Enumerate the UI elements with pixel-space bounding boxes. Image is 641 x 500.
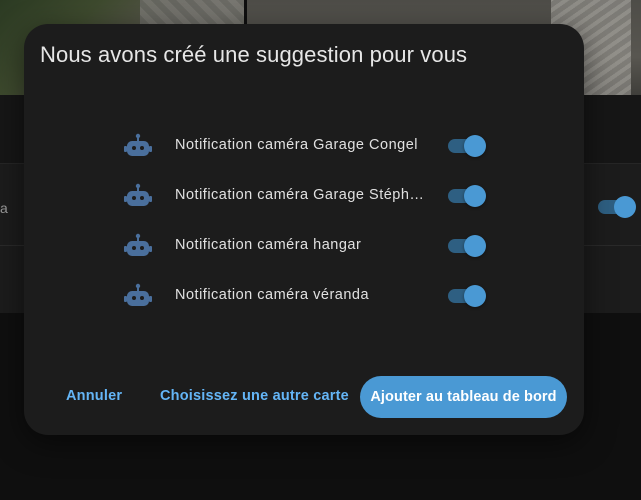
entity-row: Notification caméra Garage Congel	[24, 121, 584, 171]
dialog-title: Nous avons créé une suggestion pour vous	[40, 42, 468, 67]
suggestion-dialog: Nous avons créé une suggestion pour vous…	[24, 24, 584, 435]
entity-row: Notification caméra véranda	[24, 271, 584, 321]
background-row-label: a	[0, 200, 8, 216]
entity-label: Notification caméra Garage Stéphane	[175, 187, 430, 203]
entity-toggle[interactable]	[448, 235, 486, 257]
entity-toggle[interactable]	[448, 185, 486, 207]
entity-row: Notification caméra hangar	[24, 221, 584, 271]
dialog-actions: Annuler Choisissez une autre carte Ajout…	[24, 376, 584, 420]
entity-toggle[interactable]	[448, 285, 486, 307]
add-to-dashboard-button[interactable]: Ajouter au tableau de bord	[360, 376, 567, 418]
robot-icon	[124, 183, 152, 209]
entity-label: Notification caméra hangar	[175, 237, 362, 253]
robot-icon	[124, 283, 152, 309]
robot-icon	[124, 133, 152, 159]
background-toggle	[598, 196, 636, 218]
cancel-button[interactable]: Annuler	[66, 388, 122, 404]
choose-other-card-button[interactable]: Choisissez une autre carte	[160, 388, 349, 404]
entity-label: Notification caméra véranda	[175, 287, 370, 303]
entity-row: Notification caméra Garage Stéphane	[24, 171, 584, 221]
entity-label: Notification caméra Garage Congel	[175, 137, 418, 153]
entity-toggle[interactable]	[448, 135, 486, 157]
robot-icon	[124, 233, 152, 259]
